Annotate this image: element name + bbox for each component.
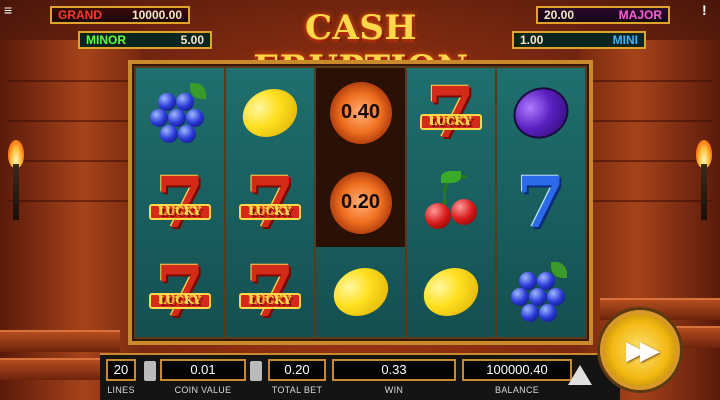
lemon-icon — [415, 259, 486, 325]
right-torch-icon — [696, 140, 712, 220]
bottom-bar: 20 LINES 0.01 COIN VALUE 0.20 TOTAL BET … — [100, 353, 620, 400]
spin-button[interactable]: ▶▶ — [600, 310, 680, 390]
jackpot-major-label: MAJOR — [618, 8, 662, 22]
jackpot-mini-value: 1.00 — [520, 33, 544, 47]
coin-value-label: COIN VALUE — [174, 385, 232, 395]
coin-decrease-button[interactable] — [144, 361, 156, 381]
reel-cell: 7 LUCKY — [226, 247, 314, 337]
lines-label: LINES — [107, 385, 135, 395]
plum-icon — [504, 78, 577, 148]
coin-increase-button[interactable] — [250, 361, 262, 381]
reel-cell — [407, 158, 495, 248]
total-bet-value: 0.20 — [268, 359, 326, 381]
lemon-icon — [235, 80, 306, 146]
jackpot-major: MAJOR 20.00 — [536, 6, 670, 24]
fireball-icon: 0.40 — [328, 77, 394, 149]
reel-cell: 7 LUCKY — [136, 158, 224, 248]
reel-cell — [136, 68, 224, 158]
lucky-seven-icon: 7 LUCKY — [147, 257, 213, 327]
lucky-label: LUCKY — [149, 203, 212, 220]
menu-icon[interactable]: ≡ — [4, 2, 12, 18]
jackpot-minor-value: 5.00 — [180, 33, 204, 47]
total-bet-label: TOTAL BET — [271, 385, 323, 395]
menu-icon-right[interactable]: ! — [702, 2, 707, 18]
reel-1: 7 LUCKY 7 LUCKY — [136, 68, 225, 337]
jackpot-grand-label: GRAND — [58, 8, 102, 22]
reel-cell: 7 — [497, 158, 585, 248]
fireball-icon: 0.20 — [328, 167, 394, 239]
pyramid-eye-icon[interactable] — [568, 359, 592, 393]
reels-grid: 7 LUCKY 7 LUCKY 7 LUCKY 7 LUCKY 0.40 0.20 7 LUCKY 7 — [136, 68, 586, 337]
reel-cell — [497, 247, 585, 337]
game-logo: CASH ERUPTION — [253, 8, 468, 88]
jackpot-minor-label: MINOR — [86, 33, 126, 47]
lucky-label: LUCKY — [419, 113, 482, 130]
fireball-value: 0.40 — [329, 81, 392, 144]
reel-cell — [407, 247, 495, 337]
lucky-label: LUCKY — [239, 203, 302, 220]
win-value: 0.33 — [332, 359, 456, 381]
lines-value: 20 — [106, 359, 136, 381]
reel-5: 7 — [496, 68, 586, 337]
jackpot-minor: MINOR 5.00 — [78, 31, 212, 49]
lemon-icon — [325, 259, 396, 325]
game-scene: ≡ ! GRAND 10000.00 MINOR 5.00 MAJOR 20.0… — [0, 0, 720, 400]
jackpot-mini-label: MINI — [612, 33, 638, 47]
win-field: 0.33 WIN — [332, 355, 456, 400]
grapes-icon — [510, 262, 571, 323]
total-bet-field: 0.20 TOTAL BET — [268, 355, 326, 400]
lucky-label: LUCKY — [149, 293, 212, 310]
lucky-seven-icon: 7 LUCKY — [418, 77, 484, 147]
balance-field: 100000.40 BALANCE — [462, 355, 572, 400]
fast-forward-icon: ▶▶ — [626, 334, 660, 365]
grapes-icon — [150, 82, 210, 143]
jackpot-mini: MINI 1.00 — [512, 31, 646, 49]
reel-4: 7 LUCKY — [406, 68, 495, 337]
reel-cell — [226, 68, 314, 158]
reel-3: 0.40 0.20 — [316, 68, 405, 337]
reel-2: 7 LUCKY 7 LUCKY — [226, 68, 315, 337]
reel-cell: 0.40 — [316, 68, 405, 158]
lucky-label: LUCKY — [239, 293, 302, 310]
reel-cell: 0.20 — [316, 157, 405, 248]
lucky-seven-icon: 7 LUCKY — [237, 167, 303, 237]
coin-value-field: 0.01 COIN VALUE — [144, 355, 262, 400]
reel-cell — [497, 68, 585, 158]
jackpot-grand-value: 10000.00 — [131, 8, 182, 22]
lucky-seven-icon: 7 LUCKY — [147, 167, 213, 237]
left-torch-icon — [8, 140, 24, 220]
balance-label: BALANCE — [494, 385, 540, 395]
jackpot-grand: GRAND 10000.00 — [50, 6, 190, 24]
coin-value: 0.01 — [160, 359, 246, 381]
reel-cell: 7 LUCKY — [407, 68, 495, 158]
balance-value: 100000.40 — [462, 359, 572, 381]
left-temple-wall — [0, 40, 140, 400]
reel-frame: 7 LUCKY 7 LUCKY 7 LUCKY 7 LUCKY 0.40 0.20 7 LUCKY 7 — [128, 60, 593, 345]
fireball-value: 0.20 — [329, 171, 392, 234]
reel-cell — [316, 247, 404, 337]
reel-cell: 7 LUCKY — [226, 158, 314, 248]
jackpot-major-value: 20.00 — [544, 8, 575, 22]
win-label: WIN — [384, 385, 404, 395]
cherry-icon — [421, 170, 481, 233]
blue-seven-icon: 7 — [516, 160, 566, 244]
reel-cell: 7 LUCKY — [136, 247, 224, 337]
lucky-seven-icon: 7 LUCKY — [237, 257, 303, 327]
lines-field[interactable]: 20 LINES — [106, 355, 136, 400]
